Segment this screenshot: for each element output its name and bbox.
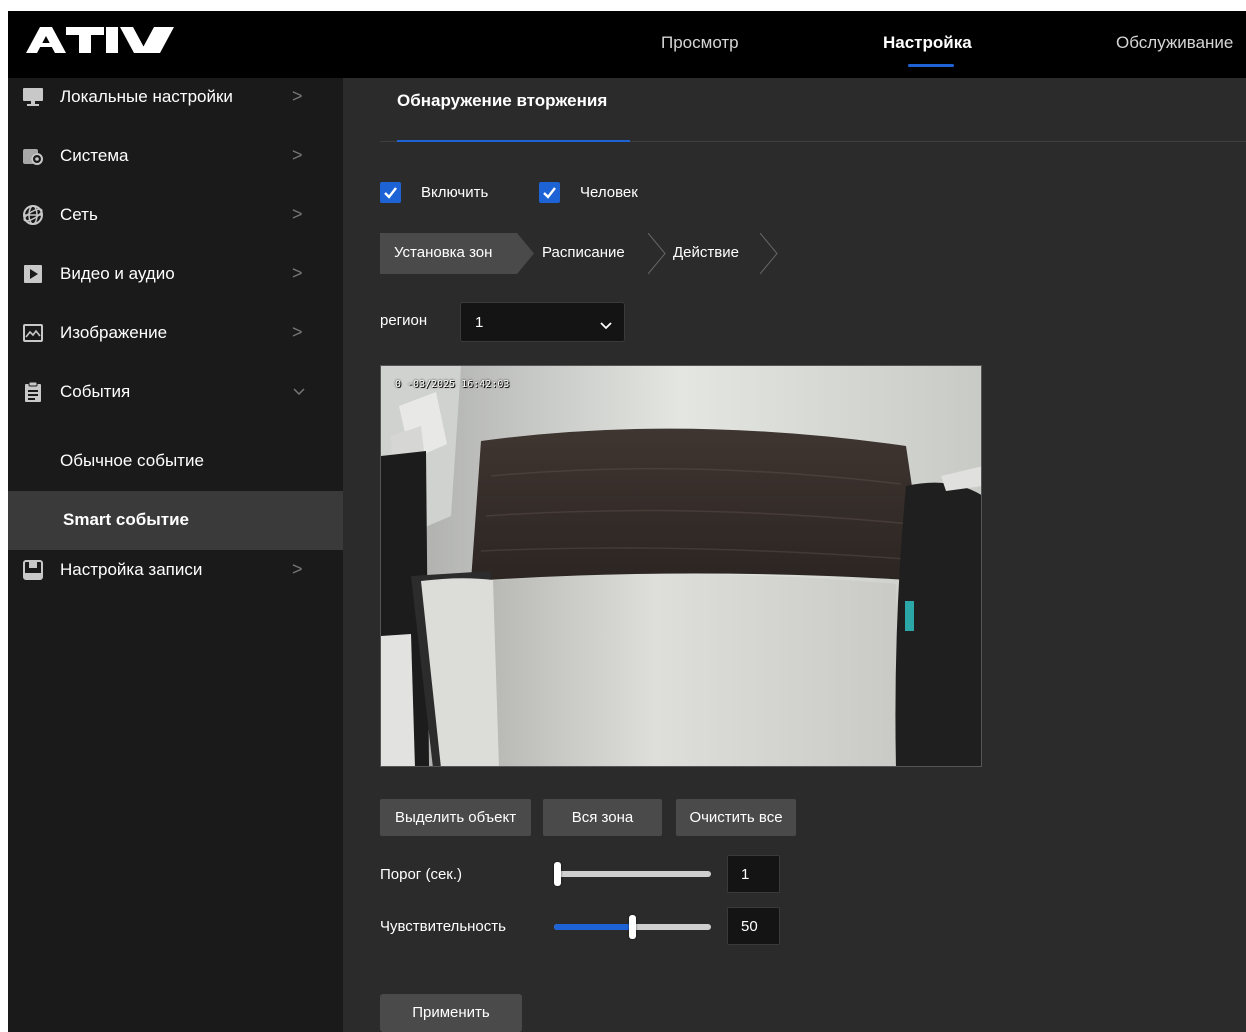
nav-maintenance[interactable]: Обслуживание: [1116, 33, 1233, 53]
tab-zone-setup[interactable]: Установка зон: [394, 244, 492, 261]
sidebar-item-label: События: [60, 382, 131, 401]
enable-checkbox-label: Включить: [421, 184, 489, 201]
sidebar-item-system[interactable]: Система >: [8, 137, 343, 196]
atix-logo: [26, 23, 176, 62]
sensitivity-label: Чувствительность: [380, 918, 506, 935]
sidebar: Локальные настройки > Система > Сеть > В…: [8, 78, 343, 1032]
human-checkbox-label: Человек: [580, 184, 638, 201]
full-zone-button[interactable]: Вся зона: [543, 799, 662, 836]
sidebar-item-label: Система: [60, 146, 129, 165]
threshold-value-input[interactable]: [728, 856, 779, 892]
sidebar-subitem-regular-event[interactable]: Обычное событие: [8, 432, 343, 491]
system-icon: [22, 145, 44, 167]
image-icon: [22, 322, 44, 344]
sidebar-subitem-label: Smart событие: [63, 510, 189, 529]
nav-view[interactable]: Просмотр: [661, 33, 739, 53]
network-globe-icon: [22, 204, 44, 226]
clear-all-button[interactable]: Очистить все: [676, 799, 796, 836]
sensitivity-value-field[interactable]: [727, 907, 780, 945]
human-checkbox[interactable]: Человек: [539, 182, 659, 204]
events-clipboard-icon: [22, 381, 44, 403]
video-play-icon: [22, 263, 44, 285]
video-preview[interactable]: 0 -03/2025 16:42:03: [380, 365, 982, 767]
sidebar-item-image[interactable]: Изображение >: [8, 314, 343, 373]
apply-button[interactable]: Применить: [380, 994, 522, 1032]
sensitivity-slider-fill: [554, 924, 632, 930]
sidebar-item-label: Настройка записи: [60, 560, 203, 579]
camera-web-app: Просмотр Настройка Обслуживание Локальны…: [8, 11, 1246, 1032]
chevron-right-icon: >: [292, 322, 303, 342]
sensitivity-value-input[interactable]: [728, 908, 779, 944]
checkbox-checked-icon: [380, 182, 401, 203]
nav-settings[interactable]: Настройка: [883, 33, 972, 53]
chevron-right-icon: >: [292, 204, 303, 224]
sidebar-item-label: Локальные настройки: [60, 87, 233, 106]
tab-schedule[interactable]: Расписание: [542, 244, 625, 261]
sidebar-item-local-settings[interactable]: Локальные настройки >: [8, 78, 343, 137]
camera-frame-image: [381, 366, 981, 766]
enable-checkbox[interactable]: Включить: [380, 182, 510, 204]
sidebar-subitem-smart-event[interactable]: Smart событие: [8, 491, 343, 550]
select-object-button[interactable]: Выделить объект: [380, 799, 531, 836]
region-label: регион: [380, 312, 428, 329]
chevron-right-icon: >: [292, 263, 303, 283]
video-timestamp-overlay: 0 -03/2025 16:42:03: [395, 379, 510, 390]
record-storage-icon: [22, 559, 44, 581]
threshold-slider-thumb[interactable]: [554, 862, 561, 886]
chevron-right-icon: >: [292, 559, 303, 579]
sidebar-item-label: Сеть: [60, 205, 98, 224]
tab-action[interactable]: Действие: [673, 244, 739, 261]
step-tabs: Установка зон Расписание Действие: [380, 233, 800, 274]
sidebar-item-label: Изображение: [60, 323, 168, 342]
chevron-right-icon: >: [292, 145, 303, 165]
sidebar-item-events[interactable]: События: [8, 373, 343, 432]
sidebar-item-record-settings[interactable]: Настройка записи >: [8, 551, 343, 610]
threshold-label: Порог (сек.): [380, 866, 463, 883]
chevron-right-icon: >: [292, 86, 303, 106]
monitor-icon: [22, 86, 44, 108]
main-content: Обнаружение вторжения Включить Человек У…: [343, 78, 1246, 1032]
section-title: Обнаружение вторжения: [397, 91, 608, 110]
sensitivity-slider[interactable]: [554, 915, 711, 939]
chevron-down-icon: [600, 317, 612, 335]
threshold-value-field[interactable]: [727, 855, 780, 893]
sensitivity-slider-thumb[interactable]: [629, 915, 636, 939]
top-navigation-bar: Просмотр Настройка Обслуживание: [8, 11, 1246, 78]
nav-active-indicator: [908, 64, 954, 67]
sidebar-item-network[interactable]: Сеть >: [8, 196, 343, 255]
atix-logo-mark: [26, 27, 174, 53]
document-heading-fragment: [0, 0, 1246, 11]
checkbox-checked-icon: [539, 182, 560, 203]
region-select[interactable]: 1: [460, 302, 625, 342]
sidebar-subitem-label: Обычное событие: [60, 451, 204, 470]
section-title-underline: [397, 140, 630, 142]
sidebar-item-label: Видео и аудио: [60, 264, 175, 283]
threshold-slider[interactable]: [554, 862, 711, 886]
region-select-value: 1: [475, 314, 484, 331]
sidebar-item-video-audio[interactable]: Видео и аудио >: [8, 255, 343, 314]
